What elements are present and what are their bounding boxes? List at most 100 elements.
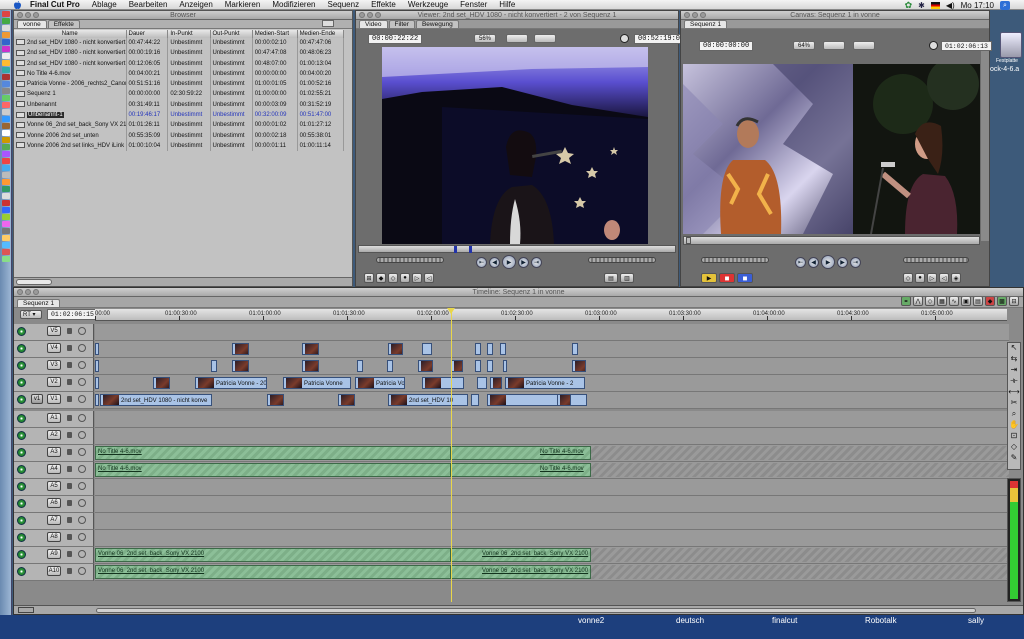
lock-icon[interactable] [67,415,72,421]
track-area[interactable]: 2nd set_HDV 1080 - nicht konve 2nd set_HD… [95,392,1009,409]
video-clip[interactable]: Patricia Vonne - 2 [505,377,585,389]
dock-item[interactable] [2,193,10,199]
track-audible-icon[interactable] [17,550,26,559]
zoom-fit-button[interactable]: ⊟ [1009,296,1019,306]
viewer-jog-control[interactable] [588,257,656,263]
video-clip[interactable] [487,343,493,355]
track-label[interactable]: V3 [47,360,61,370]
video-clip[interactable]: Patricia Vonne - 20 [195,377,267,389]
canvas-scrollbar[interactable] [981,51,989,241]
viewer-zoom-popup[interactable]: 56% [474,34,497,43]
distort-tool-icon[interactable]: ◇ [1008,442,1020,453]
dock-item[interactable] [2,221,10,227]
track-audible-icon[interactable] [17,448,26,457]
minimize-button[interactable] [25,289,31,295]
video-clip[interactable] [500,343,506,355]
dock-item[interactable] [2,81,10,87]
auto-select-icon[interactable] [78,378,86,386]
tab-bewegung[interactable]: Bewegung [415,20,459,28]
lock-icon[interactable] [67,500,72,506]
menu-markieren[interactable]: Markieren [219,0,267,10]
track-visibility-icon[interactable] [17,361,26,370]
viewer-timecode-duration[interactable]: 00:00:22:22 [368,34,423,44]
timeline-ruler[interactable]: 00:00 01:00:30:00 01:01:00:00 01:01:30:00 01… [95,309,1007,321]
desktop-disk-icon[interactable] [1000,32,1022,58]
track-label[interactable]: V4 [47,343,61,353]
menu-modifizieren[interactable]: Modifizieren [266,0,321,10]
dock-item[interactable] [2,207,10,213]
video-clip[interactable] [490,377,502,389]
timeline-current-timecode[interactable]: 01:02:06:15 [47,309,98,320]
audio-clip[interactable]: No Title 4-6.mov [95,463,451,477]
lock-icon[interactable] [67,432,72,438]
audio-clip[interactable]: Vonne 06_2nd set_back_Sony VX 2100 [95,548,451,562]
close-button[interactable] [17,12,23,18]
track-select-tool-icon[interactable]: ⇥ [1008,365,1020,376]
video-clip[interactable] [422,377,464,389]
track-label[interactable]: A5 [47,481,61,491]
dock-item[interactable] [2,242,10,248]
track-label[interactable]: V1 [47,394,61,404]
zoom-button[interactable] [33,289,39,295]
dock-item[interactable] [2,228,10,234]
minimize-button[interactable] [692,12,698,18]
audio-button[interactable]: ▥ [620,273,634,283]
dock-item[interactable] [2,11,10,17]
keyframe-toggle[interactable]: ◇ [925,296,935,306]
zoom-slider[interactable] [96,608,976,613]
play-in-to-out-button[interactable]: ⇤ [476,256,487,268]
next-edit-button[interactable]: ▶ [518,256,529,268]
lock-icon[interactable] [67,362,72,368]
dock-item[interactable] [2,32,10,38]
auto-select-icon[interactable] [78,431,86,439]
audio-waveform-toggle[interactable]: ∿ [949,296,959,306]
selection-tool-icon[interactable]: ↖ [1008,343,1020,354]
track-area[interactable]: Patricia Vonne - 20 Patricia Vonne Patrici… [95,375,1009,392]
col-medien-ende[interactable]: Medien-Ende [297,30,345,38]
video-clip[interactable] [475,343,481,355]
dock-item[interactable] [2,46,10,52]
overwrite-edit-button[interactable]: ◼ [719,273,735,283]
video-clip[interactable] [153,377,170,389]
track-area[interactable] [95,324,1009,341]
scroll-thumb[interactable] [16,279,52,285]
video-clip[interactable] [572,343,578,355]
auto-select-icon[interactable] [78,499,86,507]
browser-row[interactable]: 2nd set_HDV 1080 - nicht konvertiert 00:0… [14,48,345,59]
next-edit-button[interactable]: ▶ [837,256,848,268]
menu-effekte[interactable]: Effekte [365,0,402,10]
dock-item[interactable] [2,109,10,115]
marker-button[interactable]: ◆ [985,296,995,306]
dock-item[interactable] [2,256,10,262]
track-label[interactable]: A10 [47,566,61,576]
track-label[interactable]: A1 [47,413,61,423]
track-label[interactable]: A9 [47,549,61,559]
close-button[interactable] [359,12,365,18]
viewer-video-frame[interactable] [382,47,648,244]
zoom-button[interactable] [700,12,706,18]
track-area[interactable] [95,428,1009,445]
roll-tool-icon[interactable]: ⟛ [1008,376,1020,387]
add-keyframe-button[interactable]: ● [915,273,925,283]
dock-item[interactable] [2,123,10,129]
auto-select-icon[interactable] [78,344,86,352]
spotlight-icon[interactable]: ⌕ [1000,0,1010,10]
canvas-timecode-duration[interactable]: 00:00:00:00 [699,41,754,51]
flag-de-icon[interactable] [930,1,940,9]
play-around-button[interactable]: ⇥ [531,256,542,268]
volume-icon[interactable]: ◀) [946,1,955,10]
bluetooth-icon[interactable]: ✱ [918,1,925,10]
auto-select-icon[interactable] [78,395,86,403]
add-keyframe-button[interactable]: ◇ [388,273,398,283]
mark-in-button[interactable]: ▷ [927,273,937,283]
viewer-titlebar[interactable]: Viewer: 2nd set_HDV 1080 - nicht konvert… [356,11,678,20]
crop-tool-icon[interactable]: ⊡ [1008,431,1020,442]
menu-anzeigen[interactable]: Anzeigen [173,0,218,10]
playhead-handle[interactable] [447,308,455,314]
track-area[interactable] [95,530,1009,547]
auto-select-icon[interactable] [78,550,86,558]
minimize-button[interactable] [25,12,31,18]
track-audible-icon[interactable] [17,567,26,576]
tab-sequenz-1[interactable]: Sequenz 1 [684,20,728,28]
browser-scrollbar[interactable] [14,277,352,286]
